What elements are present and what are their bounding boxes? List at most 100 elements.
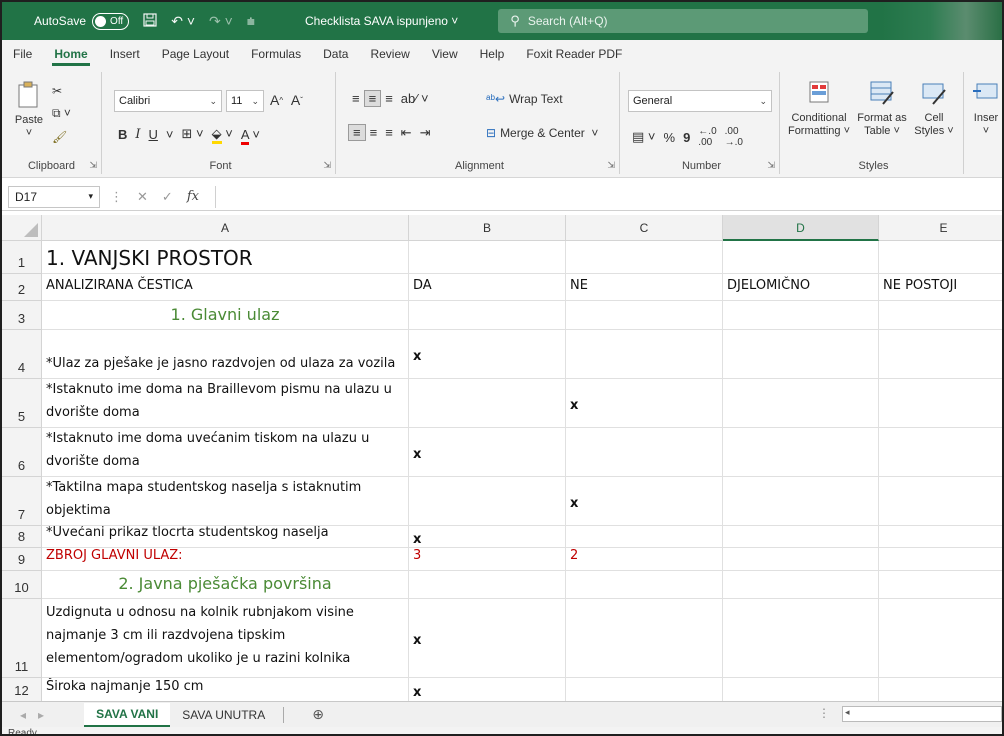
cell-c4[interactable] bbox=[566, 330, 723, 379]
format-as-table-button[interactable]: Format as Table ˅ bbox=[854, 78, 910, 138]
font-color-icon[interactable]: A ˅ bbox=[237, 126, 264, 145]
formula-input[interactable] bbox=[214, 185, 1002, 208]
cell-c12[interactable] bbox=[566, 678, 723, 701]
increase-indent-icon[interactable]: ⇥ bbox=[416, 125, 435, 141]
cell-b6[interactable]: x bbox=[409, 428, 566, 477]
number-format-select[interactable]: General ⌄ bbox=[628, 90, 772, 112]
cell-a2[interactable]: ANALIZIRANA ČESTICA bbox=[42, 274, 409, 301]
cell-c8[interactable] bbox=[566, 526, 723, 548]
cell-c2[interactable]: NE bbox=[566, 274, 723, 301]
cell-d12[interactable] bbox=[723, 678, 879, 701]
cell-d10[interactable] bbox=[723, 571, 879, 599]
cell-b4[interactable]: x bbox=[409, 330, 566, 379]
cell-e7[interactable] bbox=[879, 477, 1002, 526]
cell-a8[interactable]: *Uvećani prikaz tlocrta studentskog nase… bbox=[42, 526, 409, 548]
cell-c3[interactable] bbox=[566, 301, 723, 330]
customize-qat-icon[interactable]: ⩧ bbox=[247, 13, 255, 30]
row-header[interactable]: 4 bbox=[2, 330, 42, 379]
font-name-select[interactable]: Calibri ⌄ bbox=[114, 90, 222, 112]
add-sheet-icon[interactable]: ⊕ bbox=[312, 706, 324, 723]
row-header[interactable]: 10 bbox=[2, 571, 42, 599]
cancel-icon[interactable]: ✕ bbox=[137, 189, 148, 205]
tab-foxit[interactable]: Foxit Reader PDF bbox=[515, 40, 633, 68]
autosave-toggle[interactable]: Off bbox=[92, 12, 130, 30]
cell-a11[interactable]: Uzdignuta u odnosu na kolnik rubnjakom v… bbox=[42, 599, 409, 678]
cell-a5[interactable]: *Istaknuto ime doma na Braillevom pismu … bbox=[42, 379, 409, 428]
row-header[interactable]: 12 bbox=[2, 678, 42, 701]
cell-c5[interactable]: x bbox=[566, 379, 723, 428]
wrap-text-button[interactable]: ᵃᵇ↩ Wrap Text bbox=[486, 92, 563, 106]
cell-c7[interactable]: x bbox=[566, 477, 723, 526]
tab-review[interactable]: Review bbox=[359, 40, 420, 68]
comma-button[interactable]: 9 bbox=[679, 130, 694, 145]
cell-e8[interactable] bbox=[879, 526, 1002, 548]
cell-d3[interactable] bbox=[723, 301, 879, 330]
cell-a4[interactable]: *Ulaz za pješake je jasno razdvojen od u… bbox=[42, 330, 409, 379]
tab-page-layout[interactable]: Page Layout bbox=[151, 40, 240, 68]
fill-color-icon[interactable]: ⬙ ˅ bbox=[208, 126, 237, 144]
cell-d5[interactable] bbox=[723, 379, 879, 428]
scroll-left-icon[interactable]: ◂ bbox=[845, 707, 850, 718]
cell-e3[interactable] bbox=[879, 301, 1002, 330]
cell-a1[interactable]: 1. VANJSKI PROSTOR bbox=[42, 241, 409, 274]
align-left-icon[interactable]: ≡ bbox=[348, 124, 366, 141]
tab-data[interactable]: Data bbox=[312, 40, 359, 68]
font-size-select[interactable]: 11 ⌄ bbox=[226, 90, 264, 112]
bottom-align-icon[interactable]: ≡ bbox=[381, 91, 397, 106]
enter-icon[interactable]: ✓ bbox=[162, 189, 173, 205]
borders-icon[interactable]: ⊞ ˅ bbox=[178, 126, 208, 142]
cell-e12[interactable] bbox=[879, 678, 1002, 701]
row-header[interactable]: 7 bbox=[2, 477, 42, 526]
document-title[interactable]: Checklista SAVA ispunjeno ˅ bbox=[305, 14, 458, 28]
conditional-formatting-button[interactable]: Conditional Formatting ˅ bbox=[786, 78, 852, 138]
sheet-tab-sava-vani[interactable]: SAVA VANI bbox=[84, 702, 171, 727]
row-header[interactable]: 5 bbox=[2, 379, 42, 428]
underline-button[interactable]: U bbox=[145, 127, 162, 142]
cell-a6[interactable]: *Istaknuto ime doma uvećanim tiskom na u… bbox=[42, 428, 409, 477]
italic-button[interactable]: I bbox=[131, 127, 144, 142]
cell-d7[interactable] bbox=[723, 477, 879, 526]
column-header-e[interactable]: E bbox=[879, 215, 1002, 241]
decrease-indent-icon[interactable]: ⇤ bbox=[397, 125, 416, 141]
merge-center-button[interactable]: ⊟ Merge & Center ˅ bbox=[486, 126, 598, 140]
cell-a9[interactable]: ZBROJ GLAVNI ULAZ: bbox=[42, 548, 409, 571]
insert-button[interactable]: Inser ˅ bbox=[968, 78, 1002, 138]
save-icon[interactable] bbox=[143, 12, 157, 30]
tab-home[interactable]: Home bbox=[43, 40, 98, 68]
cell-d9[interactable] bbox=[723, 548, 879, 571]
decrease-decimal-icon[interactable]: .00 →.0 bbox=[721, 126, 747, 148]
middle-align-icon[interactable]: ≡ bbox=[363, 90, 382, 107]
cell-a7[interactable]: *Taktilna mapa studentskog naselja s ist… bbox=[42, 477, 409, 526]
copy-icon[interactable]: ⧉ ˅ bbox=[52, 106, 71, 121]
cell-b8[interactable]: x bbox=[409, 526, 566, 548]
cell-e1[interactable] bbox=[879, 241, 1002, 274]
accounting-format-icon[interactable]: ▤ ˅ bbox=[628, 129, 660, 145]
cell-c1[interactable] bbox=[566, 241, 723, 274]
align-center-icon[interactable]: ≡ bbox=[366, 125, 382, 140]
splitter-icon[interactable]: ⋮ bbox=[818, 706, 830, 720]
select-all-button[interactable] bbox=[2, 215, 42, 241]
tab-formulas[interactable]: Formulas bbox=[240, 40, 312, 68]
cell-c10[interactable] bbox=[566, 571, 723, 599]
row-header[interactable]: 11 bbox=[2, 599, 42, 678]
cell-d2[interactable]: DJELOMIČNO bbox=[723, 274, 879, 301]
alignment-launcher-icon[interactable]: ⇲ bbox=[607, 160, 615, 171]
tab-file[interactable]: File bbox=[2, 40, 43, 68]
row-header[interactable]: 3 bbox=[2, 301, 42, 330]
insert-function-icon[interactable]: fx bbox=[187, 189, 199, 204]
cell-d1[interactable] bbox=[723, 241, 879, 274]
paste-button[interactable]: Paste ˅ bbox=[12, 80, 46, 140]
cell-c6[interactable] bbox=[566, 428, 723, 477]
cell-a3[interactable]: 1. Glavni ulaz bbox=[42, 301, 409, 330]
tab-view[interactable]: View bbox=[421, 40, 469, 68]
column-header-c[interactable]: C bbox=[566, 215, 723, 241]
top-align-icon[interactable]: ≡ bbox=[348, 91, 364, 106]
column-header-a[interactable]: A bbox=[42, 215, 409, 241]
next-sheet-icon[interactable]: ▸ bbox=[38, 708, 44, 722]
font-launcher-icon[interactable]: ⇲ bbox=[323, 160, 331, 171]
undo-icon[interactable]: ↶ ˅ bbox=[171, 13, 195, 30]
cell-e11[interactable] bbox=[879, 599, 1002, 678]
clipboard-launcher-icon[interactable]: ⇲ bbox=[89, 160, 97, 171]
cell-d8[interactable] bbox=[723, 526, 879, 548]
cell-b5[interactable] bbox=[409, 379, 566, 428]
